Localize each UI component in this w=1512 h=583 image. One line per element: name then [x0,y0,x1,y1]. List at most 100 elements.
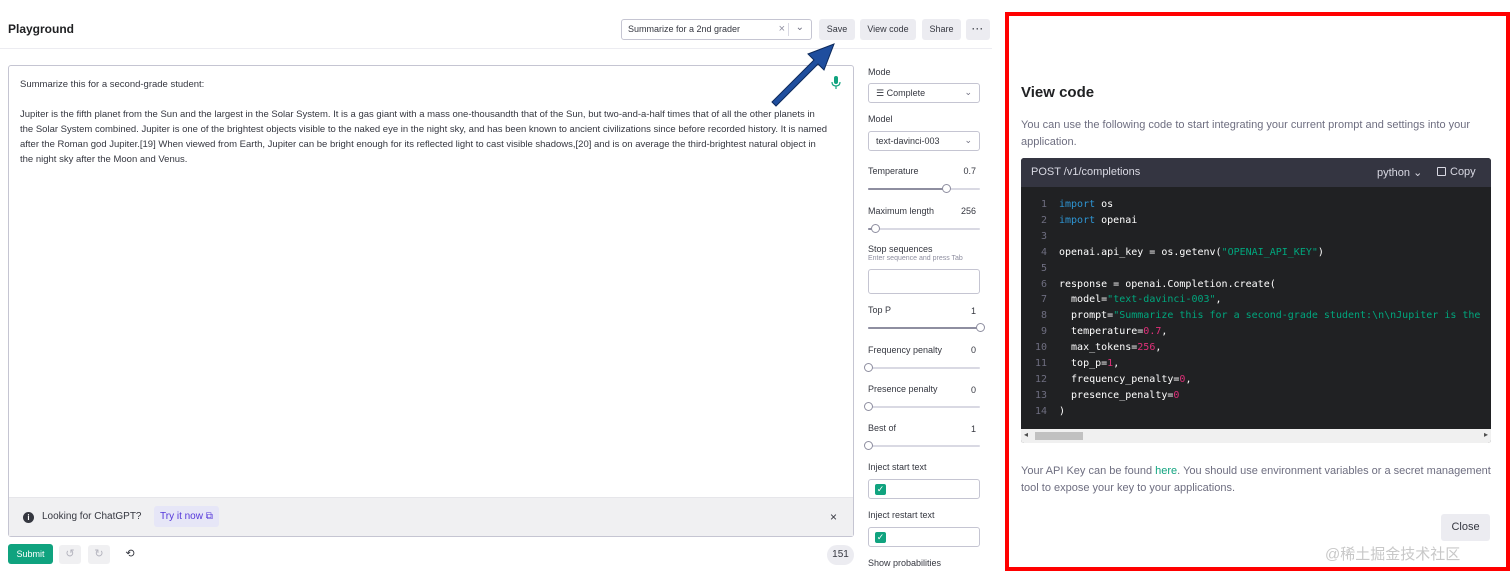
frequency-penalty-label: Frequency penalty [868,345,943,355]
code-line: 13 presence_penalty=0 [1034,389,1180,401]
try-it-now-link[interactable]: Try it now ⧉ [154,506,219,527]
chevron-down-icon: ⌄ [1413,167,1423,179]
temperature-value[interactable]: 0.7 [940,166,976,176]
checkbox-checked-icon[interactable]: ✓ [875,484,886,495]
temperature-slider[interactable] [868,184,980,193]
code-line: 4 openai.api_key = os.getenv("OPENAI_API_… [1040,246,1324,258]
presence-penalty-value[interactable]: 0 [940,385,976,395]
view-code-dialog: View code You can use the following code… [1005,12,1510,571]
page-title: Playground [8,22,75,36]
prompt-editor[interactable]: Summarize this for a second-grade studen… [8,65,854,537]
slider-thumb[interactable] [864,402,873,411]
history-icon[interactable]: ⟲ [119,545,141,564]
code-line: 14) [1034,405,1066,417]
slider-thumb[interactable] [870,224,880,233]
code-line: 11 top_p=1, [1034,358,1120,370]
copy-icon [1437,167,1446,176]
copy-label: Copy [1450,166,1476,178]
share-button[interactable]: Share [922,19,961,40]
preset-select[interactable]: Summarize for a 2nd grader × ⌄ [621,19,812,40]
temperature-label: Temperature [868,166,919,176]
best-of-value[interactable]: 1 [940,424,976,434]
scroll-left-icon[interactable]: ◂ [1024,430,1028,439]
top-p-slider[interactable] [868,323,985,332]
annotation-arrow [771,43,835,107]
presence-penalty-slider[interactable] [864,402,980,411]
code-line: 3 [1040,230,1047,242]
regenerate-icon[interactable]: ↻ [88,545,110,564]
code-header: POST /v1/completions python ⌄ Copy [1021,158,1491,187]
watermark: @稀土掘金技术社区 [1325,546,1461,563]
model-select[interactable]: text-davinci-003 ⌄ [868,131,980,151]
code-line: 10 max_tokens=256, [1034,342,1162,354]
prompt-body: Jupiter is the fifth planet from the Sun… [20,109,828,165]
horizontal-scrollbar[interactable]: ◂ ▸ [1021,429,1491,443]
scroll-right-icon[interactable]: ▸ [1484,430,1488,439]
chevron-down-icon[interactable]: ⌄ [796,22,804,33]
stop-sequences-label: Stop sequences [868,244,933,254]
code-line: 9 temperature=0.7, [1040,326,1168,338]
mode-label: Mode [868,67,891,77]
prompt-text[interactable]: Summarize this for a second-grade studen… [20,77,830,182]
slider-thumb[interactable] [942,184,952,193]
close-banner-icon[interactable]: × [830,510,837,524]
slider-fill [868,327,980,329]
inject-restart-label: Inject restart text [868,510,935,520]
model-value: text-davinci-003 [876,136,940,146]
scrollbar-thumb[interactable] [1035,432,1083,440]
try-it-now-label: Try it now [160,511,203,522]
show-probabilities-label: Show probabilities [868,558,942,568]
language-value: python [1377,167,1411,179]
frequency-penalty-slider[interactable] [864,363,980,372]
frequency-penalty-value[interactable]: 0 [940,345,976,355]
submit-button[interactable]: Submit [8,544,53,564]
save-button[interactable]: Save [819,19,855,40]
slider-thumb[interactable] [976,323,985,332]
api-key-link[interactable]: here [1155,465,1177,477]
view-code-button[interactable]: View code [860,19,916,40]
copy-button[interactable]: Copy [1437,166,1476,178]
top-p-value[interactable]: 1 [940,306,976,316]
chevron-down-icon: ⌄ [964,87,972,97]
checkbox-checked-icon[interactable]: ✓ [875,532,886,543]
chevron-down-icon: ⌄ [964,135,972,145]
clear-icon[interactable]: × [779,23,785,35]
best-of-label: Best of [868,423,897,433]
code-line: 1 import os [1040,199,1114,210]
dialog-description: You can use the following code to start … [1021,119,1471,148]
chatgpt-banner: i Looking for ChatGPT? Try it now ⧉ × [9,497,853,536]
header-divider [0,48,992,49]
endpoint-label: POST /v1/completions [1031,166,1141,178]
stop-sequences-input[interactable] [868,269,980,294]
info-icon: i [23,512,34,523]
token-count: 151 [827,545,854,565]
mode-icon: ☰ [876,88,887,98]
inject-start-label: Inject start text [868,462,927,472]
playground-page: Playground Summarize for a 2nd grader × … [0,0,1512,583]
code-line: 12 frequency_penalty=0, [1034,373,1192,385]
best-of-slider[interactable] [864,441,980,450]
mode-value: Complete [886,88,926,98]
max-length-value[interactable]: 256 [940,206,976,216]
code-line: 6 response = openai.Completion.create( [1040,278,1276,290]
language-select[interactable]: python ⌄ [1377,166,1422,179]
api-key-note: Your API Key can be found here. You shou… [1021,465,1491,494]
inject-restart-input[interactable]: ✓ [868,527,980,547]
max-length-slider[interactable] [868,224,980,233]
preset-separator [788,23,789,36]
close-button[interactable]: Close [1441,514,1490,541]
external-link-icon: ⧉ [205,511,213,522]
undo-icon[interactable]: ↺ [59,545,81,564]
more-options-button[interactable]: ··· [966,19,990,40]
slider-thumb[interactable] [864,441,873,450]
inject-start-input[interactable]: ✓ [868,479,980,499]
mode-select[interactable]: ☰ Complete ⌄ [868,83,980,103]
stop-sequences-hint: Enter sequence and press Tab [868,255,963,262]
code-line: 5 [1040,262,1047,274]
code-lines: 1 import os 2 import openai 3 4 openai.api_key… [1021,197,1491,420]
banner-message: Looking for ChatGPT? [42,511,142,522]
dialog-title: View code [1021,84,1095,101]
slider-thumb[interactable] [864,363,873,372]
max-length-label: Maximum length [868,206,935,216]
code-block[interactable]: POST /v1/completions python ⌄ Copy 1 impo… [1021,158,1491,443]
